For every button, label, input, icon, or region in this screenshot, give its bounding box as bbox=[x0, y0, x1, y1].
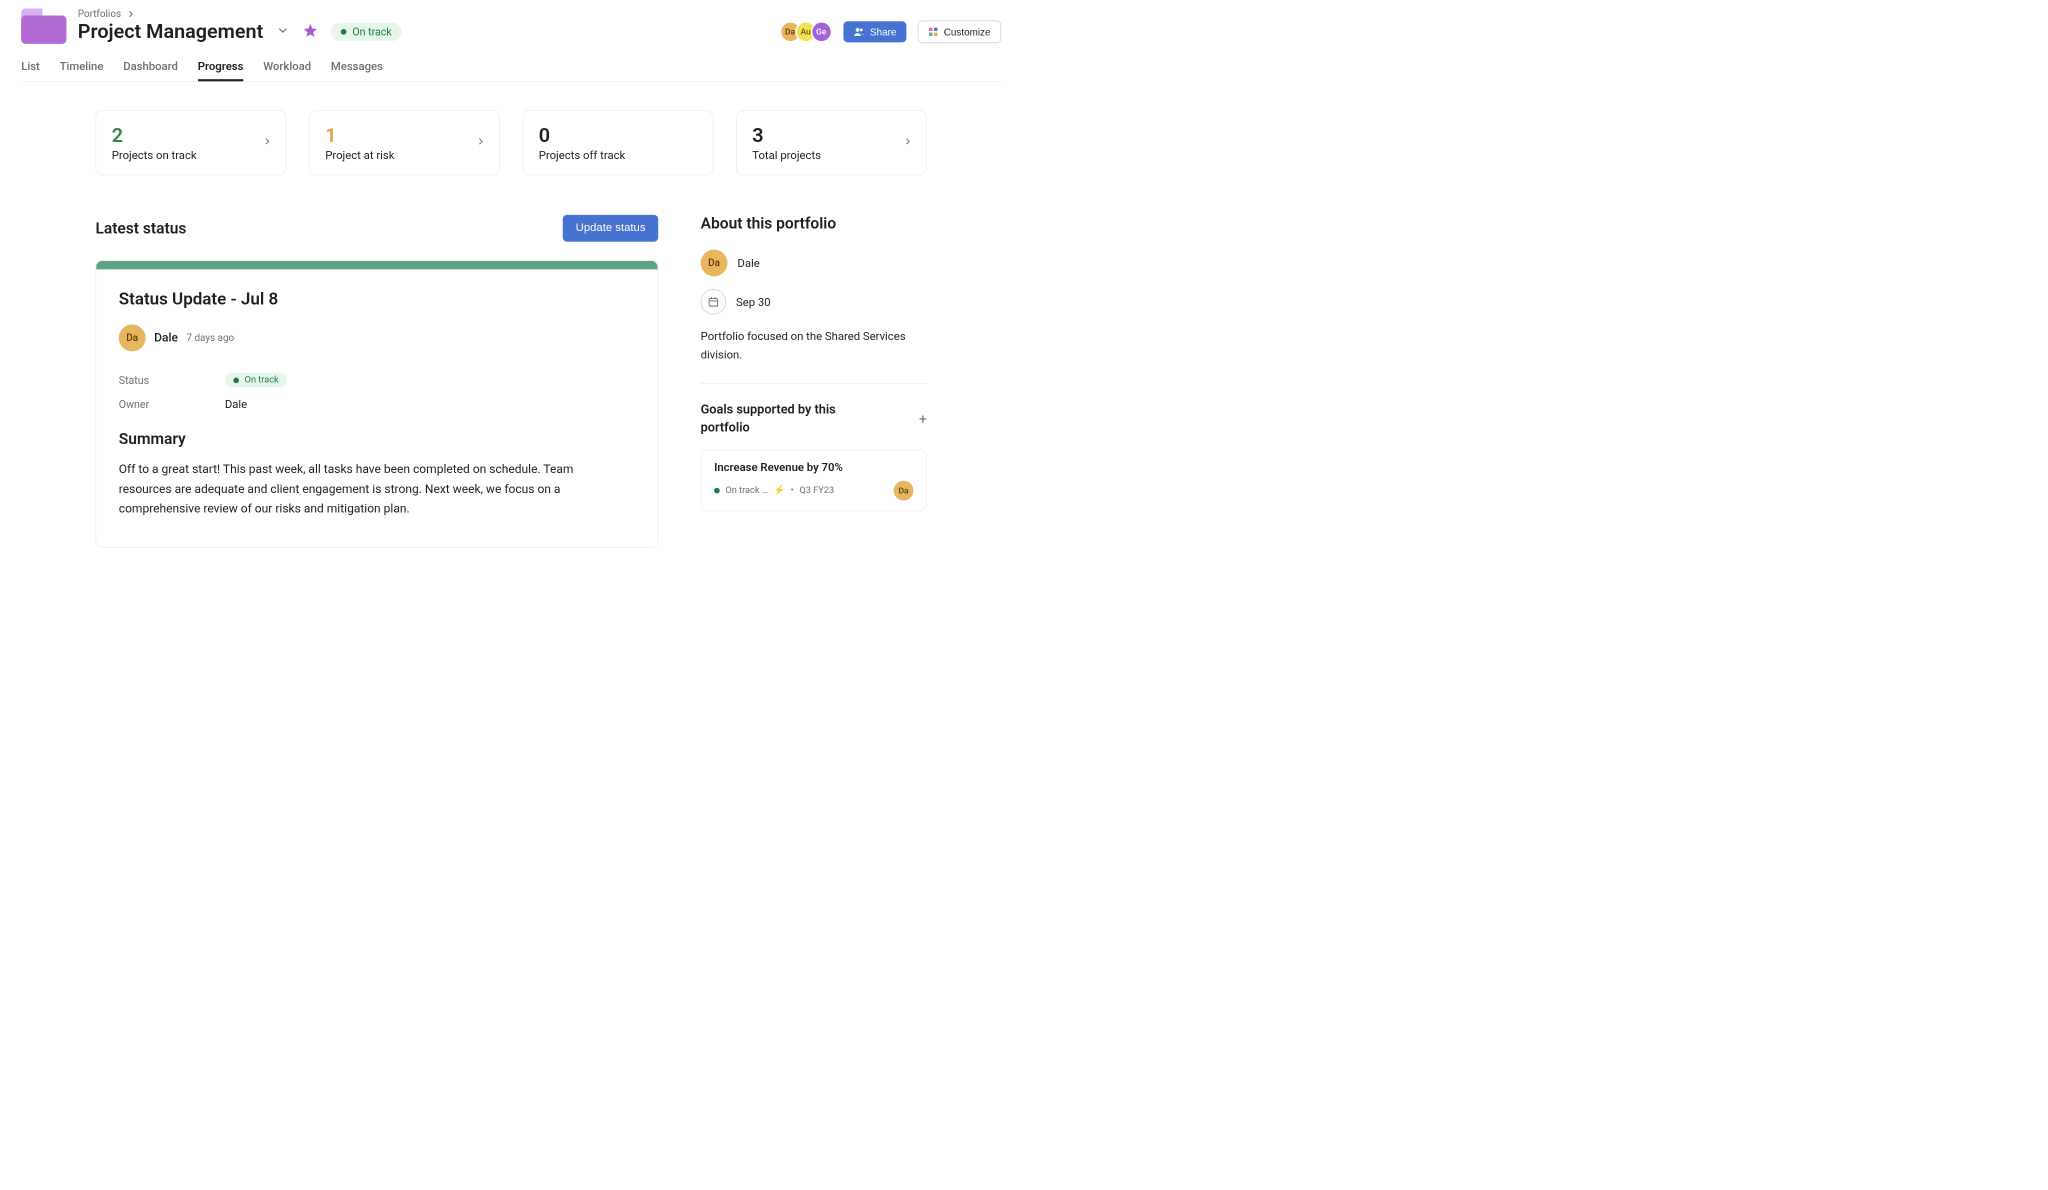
goals-heading: Goals supported by this portfolio bbox=[701, 401, 842, 437]
status-dot-icon bbox=[233, 377, 239, 383]
chevron-right-icon bbox=[475, 136, 486, 150]
status-dot-icon bbox=[714, 488, 720, 494]
tab-progress[interactable]: Progress bbox=[198, 55, 244, 81]
tab-messages[interactable]: Messages bbox=[331, 55, 383, 81]
author-name: Dale bbox=[154, 331, 178, 345]
stat-label: Projects on track bbox=[112, 148, 197, 161]
summary-text: Off to a great start! This past week, al… bbox=[119, 460, 614, 519]
tab-list[interactable]: List bbox=[21, 55, 40, 81]
stat-value: 3 bbox=[752, 124, 821, 147]
goal-owner-avatar: Da bbox=[894, 480, 914, 500]
goal-period: Q3 FY23 bbox=[799, 485, 834, 496]
avatar: Ge bbox=[811, 21, 832, 42]
status-color-bar bbox=[96, 261, 657, 269]
customize-label: Customize bbox=[944, 26, 991, 37]
stat-label: Projects off track bbox=[539, 148, 626, 161]
member-avatar-stack[interactable]: Da Au Ge bbox=[785, 21, 832, 42]
about-heading: About this portfolio bbox=[701, 215, 927, 233]
share-button[interactable]: Share bbox=[843, 21, 906, 42]
goal-title: Increase Revenue by 70% bbox=[714, 460, 913, 473]
star-icon[interactable] bbox=[303, 22, 319, 40]
status-value: On track bbox=[245, 375, 279, 386]
grid-icon bbox=[928, 27, 938, 37]
goal-status: On track … bbox=[725, 485, 768, 496]
title-dropdown-icon[interactable] bbox=[276, 23, 290, 40]
stat-label: Total projects bbox=[752, 148, 821, 161]
update-status-button[interactable]: Update status bbox=[563, 215, 658, 242]
stats-row: 2 Projects on track 1 Project at risk 0 … bbox=[95, 110, 926, 175]
header: Portfolios Project Management On track D… bbox=[0, 0, 1022, 82]
share-label: Share bbox=[870, 26, 896, 37]
status-value-pill: On track bbox=[225, 373, 287, 388]
chevron-right-icon bbox=[902, 136, 913, 150]
add-goal-button[interactable]: + bbox=[919, 410, 927, 427]
portfolio-status-pill[interactable]: On track bbox=[331, 22, 401, 40]
latest-status-heading: Latest status bbox=[95, 220, 186, 238]
portfolio-folder-icon bbox=[21, 6, 66, 46]
portfolio-owner-name: Dale bbox=[737, 256, 759, 269]
goal-card[interactable]: Increase Revenue by 70% On track … ⚡ • Q… bbox=[701, 449, 927, 511]
portfolio-due-date: Sep 30 bbox=[736, 295, 771, 308]
author-avatar: Da bbox=[119, 325, 146, 352]
stat-off-track[interactable]: 0 Projects off track bbox=[522, 110, 713, 175]
stat-on-track[interactable]: 2 Projects on track bbox=[95, 110, 286, 175]
page-title: Project Management bbox=[78, 20, 263, 43]
tab-dashboard[interactable]: Dashboard bbox=[123, 55, 178, 81]
stat-total[interactable]: 3 Total projects bbox=[736, 110, 927, 175]
calendar-icon bbox=[701, 289, 726, 314]
status-update-card[interactable]: Status Update - Jul 8 Da Dale 7 days ago… bbox=[95, 260, 658, 548]
stat-at-risk[interactable]: 1 Project at risk bbox=[309, 110, 500, 175]
chevron-right-icon bbox=[262, 136, 273, 150]
tab-timeline[interactable]: Timeline bbox=[60, 55, 104, 81]
customize-button[interactable]: Customize bbox=[918, 20, 1002, 43]
breadcrumb-root[interactable]: Portfolios bbox=[78, 8, 121, 19]
stat-value: 0 bbox=[539, 124, 626, 147]
status-dot-icon bbox=[341, 29, 347, 35]
owner-field-label: Owner bbox=[119, 398, 225, 411]
stat-value: 2 bbox=[112, 124, 197, 147]
status-label: On track bbox=[352, 25, 391, 38]
stat-value: 1 bbox=[325, 124, 394, 147]
stat-label: Project at risk bbox=[325, 148, 394, 161]
status-update-title: Status Update - Jul 8 bbox=[119, 289, 635, 309]
divider bbox=[701, 383, 927, 384]
bolt-icon: ⚡ bbox=[774, 485, 785, 496]
owner-value: Dale bbox=[225, 397, 247, 410]
summary-heading: Summary bbox=[119, 431, 635, 449]
status-field-label: Status bbox=[119, 374, 225, 387]
portfolio-owner-avatar: Da bbox=[701, 250, 728, 277]
chevron-right-icon bbox=[125, 8, 136, 19]
portfolio-description: Portfolio focused on the Shared Services… bbox=[701, 327, 927, 363]
author-time: 7 days ago bbox=[186, 332, 234, 343]
tabs: List Timeline Dashboard Progress Workloa… bbox=[21, 55, 1001, 82]
people-icon bbox=[853, 26, 864, 37]
bullet: • bbox=[791, 485, 794, 496]
tab-workload[interactable]: Workload bbox=[263, 55, 311, 81]
